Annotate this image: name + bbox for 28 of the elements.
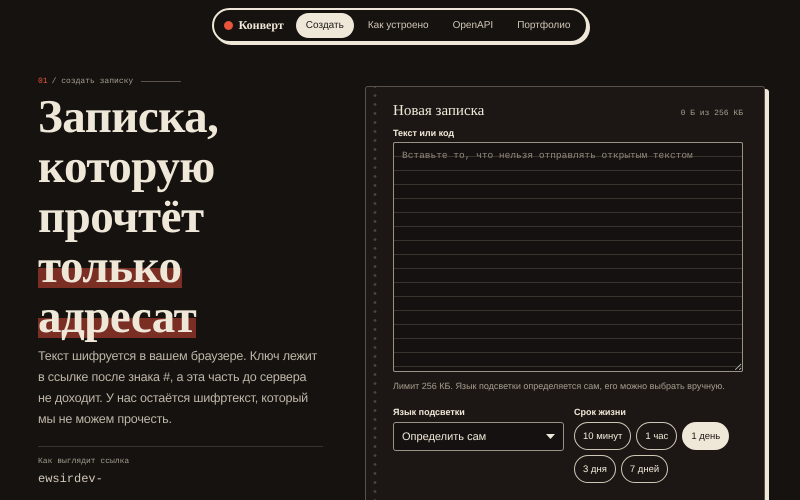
text-input-field[interactable]: Вставьте то, что нельзя отправлять открытым текстом xyxy=(393,142,743,372)
link-preview: ewsirdev- xyxy=(38,472,104,486)
nav-tab[interactable]: Как устроено xyxy=(358,13,439,38)
lifetime-option[interactable]: 7 дней xyxy=(620,455,668,483)
hint-text: Лимит 256 КБ. Язык подсветки определяется сам, его можно выбрать вручную. xyxy=(393,381,726,391)
size-counter: 0 Б из 256 КБ xyxy=(680,109,743,118)
card-title: Новая записка xyxy=(393,103,484,120)
lifetime-option[interactable]: 3 дня xyxy=(574,455,616,483)
lifetime-option[interactable]: 1 час xyxy=(636,422,678,450)
lifetime-option[interactable]: 10 минут xyxy=(574,422,632,450)
nav-tab[interactable]: Создать xyxy=(296,13,354,38)
field-label: Язык подсветки xyxy=(393,407,466,417)
heading-line: которую xyxy=(38,142,215,192)
lifetime-option[interactable]: 1 день xyxy=(682,422,730,450)
field-label: Текст или код xyxy=(393,128,456,138)
step-label: / создать записку xyxy=(52,77,134,86)
heading-line: Записка, xyxy=(38,92,218,142)
step-number: 01 xyxy=(38,77,48,86)
logo-dot-icon xyxy=(224,21,233,30)
nav-tab[interactable]: Портфолио xyxy=(507,13,580,38)
nav-tab[interactable]: OpenAPI xyxy=(442,13,504,38)
link-preview-label: Как выглядит ссылка xyxy=(38,457,130,466)
language-dropdown[interactable]: Определить сам xyxy=(393,422,564,451)
description: Текст шифруется в вашем браузере. Ключ лежит в ссылке после знака #, а эта часть до сервера не доходит. У нас остаётся шифртекст, который мы не можем прочесть. xyxy=(38,348,318,428)
brand-name[interactable]: Конверт xyxy=(238,18,284,33)
caret-icon xyxy=(546,434,555,439)
heading-line: прочтёт xyxy=(38,192,204,242)
field-label: Срок жизни xyxy=(574,407,627,417)
